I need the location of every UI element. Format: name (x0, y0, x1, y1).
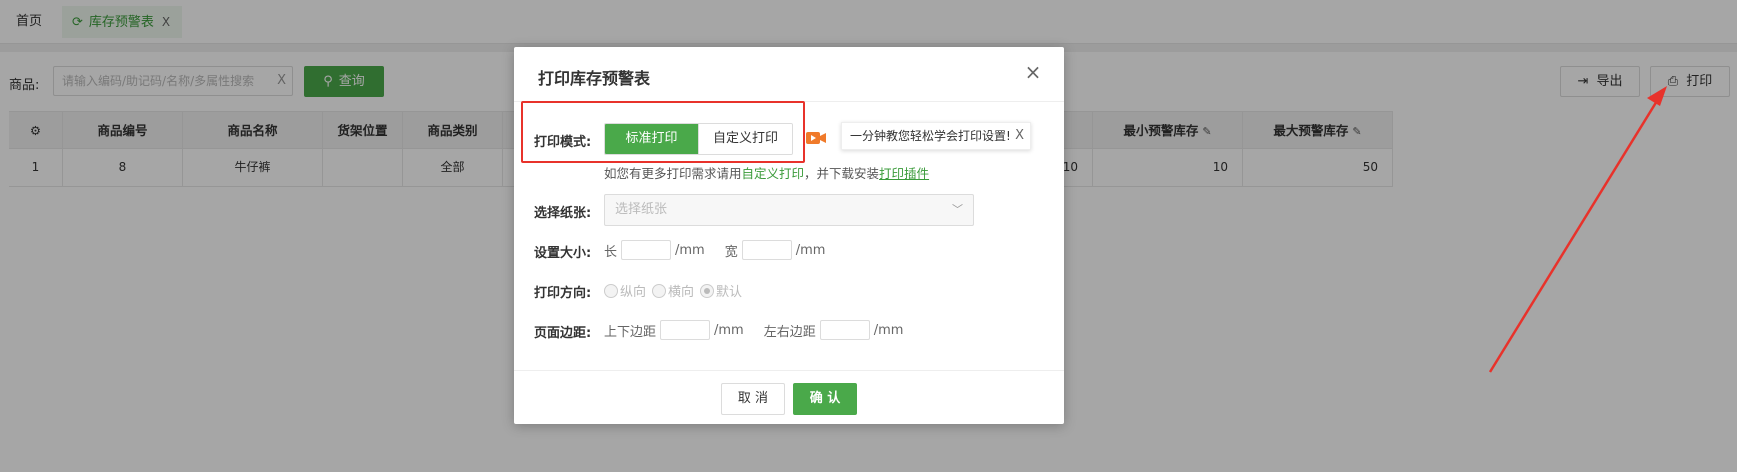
footer-divider (514, 370, 1064, 371)
top-bottom-margin-input[interactable] (660, 320, 711, 340)
print-mode-label: 打印模式: (534, 135, 592, 150)
custom-print-button[interactable]: 自定义打印 (698, 124, 792, 154)
print-dialog: 打印库存预警表 × 打印模式: 标准打印 自定义打印 一分钟教您轻松学会打印设置… (514, 47, 1064, 424)
hint-middle: ，并下载安装 (804, 166, 880, 181)
paper-select[interactable]: 选择纸张 ﹀ (604, 194, 974, 226)
left-right-margin-label: 左右边距 (763, 324, 816, 340)
tutorial-tip[interactable]: 一分钟教您轻松学会打印设置! X (841, 122, 1031, 150)
length-label: 长 (604, 244, 618, 260)
print-plugin-link[interactable]: 打印插件 (879, 166, 929, 181)
orientation-label: 打印方向: (534, 286, 592, 301)
length-input[interactable] (621, 240, 672, 260)
paper-label: 选择纸张: (534, 206, 592, 221)
custom-print-link[interactable]: 自定义打印 (742, 166, 805, 181)
cancel-button[interactable]: 取 消 (721, 383, 785, 415)
size-label: 设置大小: (534, 246, 592, 261)
width-label: 宽 (724, 244, 738, 260)
video-icon[interactable] (806, 131, 826, 145)
print-hint: 如您有更多打印需求请用自定义打印，并下载安装打印插件 (604, 163, 929, 182)
top-bottom-margin-label: 上下边距 (604, 324, 657, 340)
width-unit: /mm (795, 242, 826, 258)
size-fields: 长 /mm 宽 /mm (604, 240, 825, 260)
lr-unit: /mm (873, 322, 904, 338)
chevron-down-icon: ﹀ (952, 203, 963, 216)
default-label: 默认 (716, 285, 743, 300)
tb-unit: /mm (714, 322, 744, 338)
radio-landscape[interactable]: 横向 (652, 281, 694, 300)
radio-portrait[interactable]: 纵向 (604, 281, 646, 300)
tutorial-tip-text: 一分钟教您轻松学会打印设置! (850, 129, 1011, 143)
tip-close-icon[interactable]: X (1015, 123, 1024, 149)
hint-prefix: 如您有更多打印需求请用 (604, 166, 742, 181)
portrait-label: 纵向 (620, 285, 647, 300)
dialog-title: 打印库存预警表 (538, 69, 651, 88)
left-right-margin-input[interactable] (819, 320, 870, 340)
paper-placeholder: 选择纸张 (615, 202, 668, 217)
confirm-button[interactable]: 确 认 (793, 383, 857, 415)
margin-fields: 上下边距 /mm 左右边距 /mm (604, 320, 903, 340)
margin-label: 页面边距: (534, 326, 592, 341)
print-mode-toggle: 标准打印 自定义打印 (604, 123, 793, 155)
close-icon[interactable]: × (1020, 59, 1046, 85)
orientation-radios: 纵向 横向 默认 (604, 281, 748, 300)
landscape-label: 横向 (668, 285, 695, 300)
standard-print-button[interactable]: 标准打印 (605, 124, 698, 154)
length-unit: /mm (675, 242, 705, 258)
width-input[interactable] (741, 240, 792, 260)
radio-default[interactable]: 默认 (700, 281, 742, 300)
